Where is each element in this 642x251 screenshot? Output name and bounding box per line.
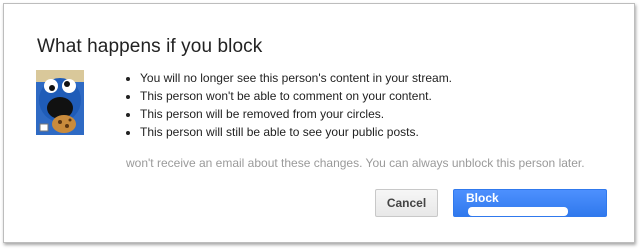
list-item: This person will be removed from your ci… [140, 105, 452, 123]
dialog-title: What happens if you block [37, 36, 263, 57]
list-item: You will no longer see this person's con… [140, 69, 452, 87]
list-item: This person will still be able to see yo… [140, 123, 452, 141]
list-item: This person won't be able to comment on … [140, 87, 452, 105]
block-button[interactable]: Block [453, 189, 607, 217]
avatar [36, 70, 84, 135]
redacted-name [468, 207, 568, 217]
cancel-button[interactable]: Cancel [375, 189, 438, 217]
email-note: won't receive an email about these chang… [126, 156, 585, 170]
consequences-list: You will no longer see this person's con… [122, 69, 452, 141]
avatar-image [36, 70, 84, 135]
block-dialog: What happens if you block You will no lo… [3, 3, 635, 243]
block-button-label: Block [466, 191, 499, 205]
